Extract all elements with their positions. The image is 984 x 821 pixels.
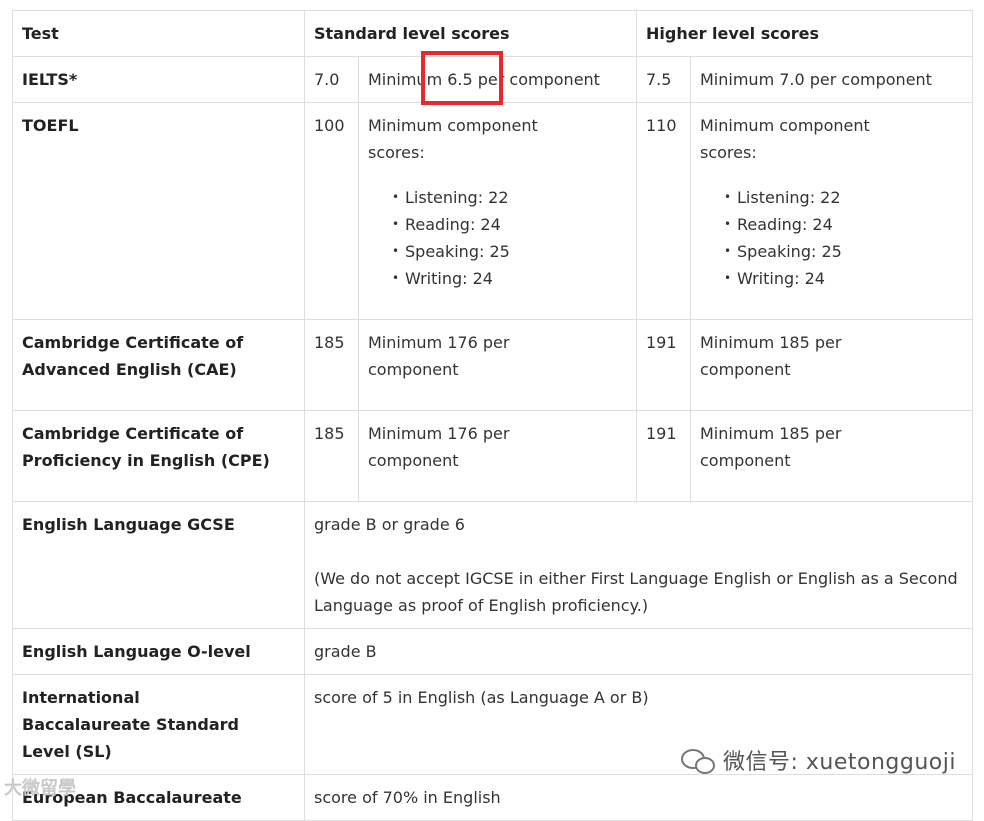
toefl-standard-detail-cell: Minimum component scores: Listening: 22 … — [358, 102, 637, 320]
highlight-box — [421, 51, 503, 105]
list-item: Writing: 24 — [392, 265, 627, 292]
toefl-higher-list: Listening: 22 Reading: 24 Speaking: 25 W… — [700, 184, 963, 292]
test-name-cae: Cambridge Certificate of Advanced Englis… — [12, 319, 305, 411]
toefl-standard-score: 100 — [304, 102, 359, 320]
ielts-higher-detail: Minimum 7.0 per component — [690, 56, 973, 103]
ielts-standard-score: 7.0 — [304, 56, 359, 103]
cae-standard-detail-cell: Minimum 176 per component — [358, 319, 637, 411]
list-item: Speaking: 25 — [392, 238, 627, 265]
test-name-ielts: IELTS* — [12, 56, 305, 103]
cae-higher-detail-cell: Minimum 185 per component — [690, 319, 973, 411]
test-name-gcse: English Language GCSE — [12, 501, 305, 629]
toefl-higher-detail: Minimum component scores: — [700, 116, 870, 162]
test-name-toefl: TOEFL — [12, 102, 305, 320]
list-item: Reading: 24 — [724, 211, 963, 238]
cpe-higher-detail: Minimum 185 per component — [700, 424, 842, 470]
cae-standard-score: 185 — [304, 319, 359, 411]
cpe-standard-detail: Minimum 176 per component — [368, 424, 510, 470]
cpe-higher-detail-cell: Minimum 185 per component — [690, 410, 973, 502]
list-item: Speaking: 25 — [724, 238, 963, 265]
list-item: Listening: 22 — [724, 184, 963, 211]
eb-detail: score of 70% in English — [304, 774, 973, 821]
test-name-olevel: English Language O-level — [12, 628, 305, 675]
ielts-higher-score: 7.5 — [636, 56, 691, 103]
list-item: Reading: 24 — [392, 211, 627, 238]
table-row-eb: European Baccalaureate score of 70% in E… — [12, 774, 973, 821]
table-row-gcse: English Language GCSE grade B or grade 6… — [12, 501, 973, 629]
header-test: Test — [12, 10, 305, 57]
corner-watermark: 大微留學 — [4, 778, 76, 799]
list-item: Listening: 22 — [392, 184, 627, 211]
table-row-cpe: Cambridge Certificate of Proficiency in … — [12, 410, 973, 502]
english-requirements-table: Test Standard level scores Higher level … — [12, 10, 973, 821]
cae-standard-detail: Minimum 176 per component — [368, 333, 510, 379]
olevel-detail: grade B — [304, 628, 973, 675]
gcse-detail-cell: grade B or grade 6 (We do not accept IGC… — [304, 501, 973, 629]
gcse-note: (We do not accept IGCSE in either First … — [314, 569, 958, 615]
gcse-detail: grade B or grade 6 — [314, 515, 465, 534]
cae-higher-detail: Minimum 185 per component — [700, 333, 842, 379]
table-row-olevel: English Language O-level grade B — [12, 628, 973, 675]
toefl-higher-score: 110 — [636, 102, 691, 320]
table-header-row: Test Standard level scores Higher level … — [12, 10, 973, 57]
header-higher-level: Higher level scores — [636, 10, 973, 57]
table-row-cae: Cambridge Certificate of Advanced Englis… — [12, 319, 973, 411]
toefl-standard-detail: Minimum component scores: — [368, 116, 538, 162]
wechat-icon — [681, 747, 715, 774]
wechat-watermark: 微信号: xuetongguoji — [681, 744, 956, 776]
cpe-higher-score: 191 — [636, 410, 691, 502]
cae-higher-score: 191 — [636, 319, 691, 411]
cpe-standard-score: 185 — [304, 410, 359, 502]
toefl-standard-list: Listening: 22 Reading: 24 Speaking: 25 W… — [368, 184, 627, 292]
list-item: Writing: 24 — [724, 265, 963, 292]
test-name-ib-text: International Baccalaureate Standard Lev… — [22, 688, 239, 761]
cpe-standard-detail-cell: Minimum 176 per component — [358, 410, 637, 502]
toefl-higher-detail-cell: Minimum component scores: Listening: 22 … — [690, 102, 973, 320]
header-standard-level: Standard level scores — [304, 10, 637, 57]
wechat-id-text: 微信号: xuetongguoji — [723, 750, 956, 775]
test-name-cpe: Cambridge Certificate of Proficiency in … — [12, 410, 305, 502]
table-row-toefl: TOEFL 100 Minimum component scores: List… — [12, 102, 973, 320]
test-name-ib: International Baccalaureate Standard Lev… — [12, 674, 305, 775]
